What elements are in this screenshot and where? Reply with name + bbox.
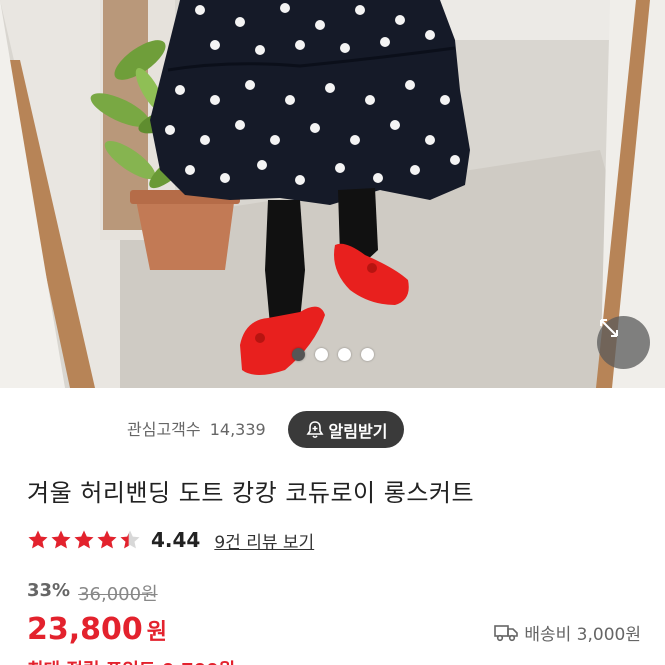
sale-price: 23,800 [27, 612, 143, 647]
star-icon [97, 530, 117, 549]
expand-image-button[interactable] [597, 316, 650, 369]
notify-label: 알림받기 [328, 421, 388, 441]
gallery-dot[interactable] [291, 348, 305, 361]
bell-plus-icon [306, 420, 324, 438]
star-icon [74, 530, 94, 549]
gallery-dot[interactable] [314, 348, 328, 361]
discount-row: 33% 36,000원 [27, 580, 158, 606]
gallery-dot[interactable] [360, 348, 374, 361]
star-icon [28, 530, 48, 549]
rating-stars [27, 529, 141, 551]
product-photo [0, 0, 665, 388]
currency-unit: 원 [146, 620, 168, 645]
gallery-dot[interactable] [337, 348, 351, 361]
price-row: 23,800 원 [27, 612, 167, 647]
watchers-count: 관심고객수 14,339 [127, 416, 266, 440]
shipping-fee: 배송비 3,000원 [494, 620, 641, 645]
shipping-label: 배송비 3,000원 [524, 625, 641, 645]
expand-arrows-icon [600, 319, 618, 337]
gallery-pagination [0, 348, 665, 366]
rating-value: 4.44 [151, 528, 201, 552]
watchers-number: 14,339 [209, 420, 266, 439]
truck-icon [494, 624, 519, 641]
rating-row: 4.44 9건 리뷰 보기 [27, 528, 314, 553]
product-image-gallery[interactable] [0, 0, 665, 388]
star-icon [51, 530, 71, 549]
points-info: 최대 적립 포인트 0,700원 [27, 656, 235, 665]
product-title: 겨울 허리밴딩 도트 캉캉 코듀로이 롱스커트 [27, 479, 475, 507]
star-icon [120, 530, 140, 549]
original-price: 36,000원 [78, 584, 158, 605]
watchers-label: 관심고객수 [127, 420, 201, 439]
notify-button[interactable]: 알림받기 [288, 411, 404, 448]
discount-rate: 33% [27, 580, 71, 601]
review-link[interactable]: 9건 리뷰 보기 [214, 528, 314, 553]
